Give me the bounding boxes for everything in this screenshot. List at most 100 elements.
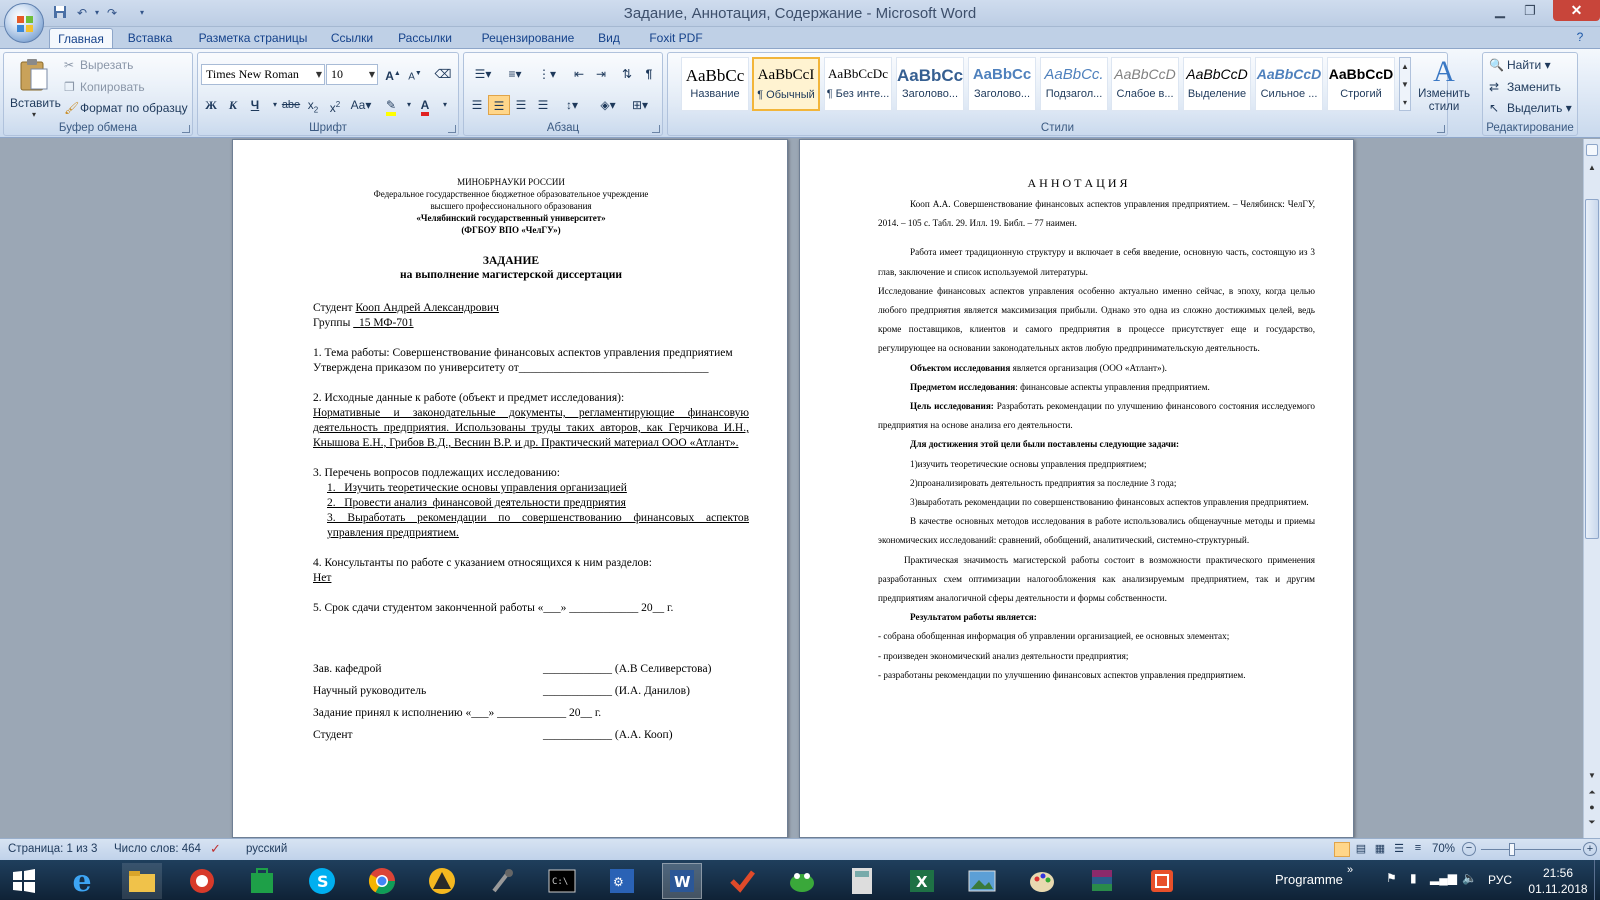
- help-icon[interactable]: ?: [1570, 30, 1590, 46]
- app-ccleaner-icon[interactable]: [182, 863, 222, 899]
- word-count[interactable]: Число слов: 464: [114, 843, 201, 855]
- font-color-dropdown-icon[interactable]: ▾: [434, 95, 456, 115]
- tab-mailings[interactable]: Рассылки: [388, 28, 462, 49]
- sort-icon[interactable]: ⇅: [616, 64, 638, 84]
- outline-icon[interactable]: ☰: [1391, 842, 1407, 857]
- web-layout-icon[interactable]: ▦: [1372, 842, 1388, 857]
- tab-references[interactable]: Ссылки: [322, 28, 382, 49]
- winrar-icon[interactable]: [1082, 863, 1122, 899]
- styles-scroll-icon[interactable]: ▲ ▼ ▾: [1399, 57, 1411, 111]
- styles-launcher-icon[interactable]: [1437, 125, 1445, 133]
- line-spacing-icon[interactable]: ↕▾: [558, 95, 586, 115]
- style-emphasis[interactable]: AaBbCcD Выделение: [1183, 57, 1251, 111]
- restore-icon[interactable]: ❐: [1518, 2, 1542, 22]
- flag-icon[interactable]: ⚑: [1386, 871, 1397, 885]
- change-case-icon[interactable]: Aa▾: [348, 95, 374, 115]
- find-button[interactable]: 🔍 Найти ▾: [1489, 55, 1551, 75]
- input-language[interactable]: РУС: [1488, 873, 1512, 887]
- page-count[interactable]: Страница: 1 из 3: [8, 843, 97, 855]
- document-page-2[interactable]: А Н Н О Т А Ц И Я Кооп А.А. Совершенство…: [799, 139, 1354, 838]
- style-subtle-emphasis[interactable]: AaBbCcD Слабое в...: [1111, 57, 1179, 111]
- zoom-in-icon[interactable]: +: [1583, 842, 1597, 856]
- tab-review[interactable]: Рецензирование: [468, 28, 588, 49]
- paragraph-launcher-icon[interactable]: [652, 125, 660, 133]
- print-layout-icon[interactable]: [1334, 842, 1350, 857]
- command-prompt-icon[interactable]: C:\: [542, 863, 582, 899]
- scroll-down-icon[interactable]: ▼: [1584, 771, 1600, 785]
- word-icon[interactable]: W: [662, 863, 702, 899]
- style-title[interactable]: AaBbCc Название: [681, 57, 749, 111]
- justify-icon[interactable]: ☰: [532, 95, 554, 115]
- checklist-app-icon[interactable]: [722, 863, 762, 899]
- paste-button[interactable]: Вставить ▾: [10, 57, 61, 123]
- show-desktop-button[interactable]: [1594, 860, 1600, 900]
- draft-icon[interactable]: ≡: [1410, 842, 1426, 857]
- internet-explorer-icon[interactable]: e: [62, 863, 102, 899]
- programme-toolbar-label[interactable]: Programme: [1275, 872, 1343, 887]
- signal-icon[interactable]: ▂▄▆: [1430, 871, 1457, 885]
- numbering-icon[interactable]: ≡▾: [500, 64, 530, 84]
- style-heading1[interactable]: AaBbCc Заголово...: [896, 57, 964, 111]
- paint-icon[interactable]: [1022, 863, 1062, 899]
- full-screen-reading-icon[interactable]: ▤: [1353, 842, 1369, 857]
- next-page-icon[interactable]: ⏷: [1584, 817, 1600, 831]
- increase-indent-icon[interactable]: ⇥: [590, 64, 612, 84]
- archicad-icon[interactable]: [422, 863, 462, 899]
- network-tool-icon[interactable]: ⚙: [602, 863, 642, 899]
- store-icon[interactable]: [242, 863, 282, 899]
- zoom-slider-track[interactable]: [1481, 849, 1581, 850]
- office-button[interactable]: [4, 3, 44, 43]
- pilcrow-icon[interactable]: ¶: [638, 64, 660, 84]
- photo-viewer-icon[interactable]: [962, 863, 1002, 899]
- align-right-icon[interactable]: ☰: [510, 95, 532, 115]
- grow-font-icon[interactable]: A▲: [382, 64, 404, 84]
- document-page-1[interactable]: МИНОБРНАУКИ РОССИИ Федеральное государст…: [232, 139, 788, 838]
- clear-format-icon[interactable]: ⌫: [432, 64, 454, 84]
- italic-icon[interactable]: К: [222, 95, 244, 115]
- replace-button[interactable]: ⇄ Заменить: [1489, 77, 1561, 97]
- select-button[interactable]: ↖ Выделить ▾: [1489, 98, 1572, 118]
- tab-foxit-pdf[interactable]: Foxit PDF: [640, 28, 712, 49]
- clipboard-launcher-icon[interactable]: [182, 125, 190, 133]
- language-indicator[interactable]: русский: [246, 843, 287, 855]
- style-no-spacing[interactable]: AaBbCcDc ¶ Без инте...: [824, 57, 892, 111]
- toolbar-expand-icon[interactable]: »: [1347, 864, 1353, 876]
- foxit-reader-icon[interactable]: [1142, 863, 1182, 899]
- multilevel-list-icon[interactable]: ⋮▾: [532, 64, 562, 84]
- chrome-icon[interactable]: [362, 863, 402, 899]
- copy-button[interactable]: ❐ Копировать: [64, 77, 145, 97]
- clock[interactable]: 21:56 01.11.2018: [1528, 865, 1588, 897]
- start-button[interactable]: [4, 863, 44, 899]
- cut-button[interactable]: ✂ Вырезать: [64, 55, 133, 75]
- spellcheck-icon[interactable]: ✓: [210, 841, 221, 857]
- font-color-icon[interactable]: A: [414, 95, 436, 116]
- browse-object-icon[interactable]: ●: [1584, 802, 1600, 816]
- style-strong[interactable]: AaBbCcD Строгий: [1327, 57, 1395, 111]
- format-painter-button[interactable]: 🖌Формат по образцу: [64, 98, 188, 118]
- style-subtitle[interactable]: AaBbCc. Подзагол...: [1040, 57, 1108, 111]
- shading-icon[interactable]: ◈▾: [594, 95, 622, 115]
- zoom-level[interactable]: 70%: [1432, 843, 1455, 855]
- zoom-slider-thumb[interactable]: [1509, 843, 1515, 856]
- subscript-icon[interactable]: x2: [302, 95, 324, 115]
- style-heading2[interactable]: AaBbCc Заголово...: [968, 57, 1036, 111]
- font-size-combo[interactable]: 10 ▼: [326, 64, 378, 85]
- scroll-up-icon[interactable]: ▲: [1584, 163, 1600, 177]
- vertical-scrollbar[interactable]: ▲ ▼ ⏶ ● ⏷: [1583, 139, 1600, 838]
- battery-icon[interactable]: ▮: [1410, 871, 1417, 885]
- minimize-icon[interactable]: ▁: [1488, 2, 1512, 22]
- volume-icon[interactable]: 🔈: [1462, 871, 1477, 885]
- font-name-combo[interactable]: Times New Roman ▼: [201, 64, 325, 85]
- font-launcher-icon[interactable]: [448, 125, 456, 133]
- bold-icon[interactable]: Ж: [200, 95, 222, 115]
- shrink-font-icon[interactable]: A▼: [404, 64, 426, 84]
- tab-insert[interactable]: Вставка: [116, 28, 184, 49]
- tab-view[interactable]: Вид: [594, 28, 624, 49]
- close-icon[interactable]: ✕: [1553, 0, 1600, 21]
- calculator-icon[interactable]: [842, 863, 882, 899]
- bullets-icon[interactable]: ☰▾: [468, 64, 498, 84]
- previous-page-icon[interactable]: ⏶: [1584, 787, 1600, 801]
- strikethrough-icon[interactable]: abe: [280, 95, 302, 115]
- excel-icon[interactable]: X: [902, 863, 942, 899]
- underline-icon[interactable]: Ч: [244, 95, 266, 115]
